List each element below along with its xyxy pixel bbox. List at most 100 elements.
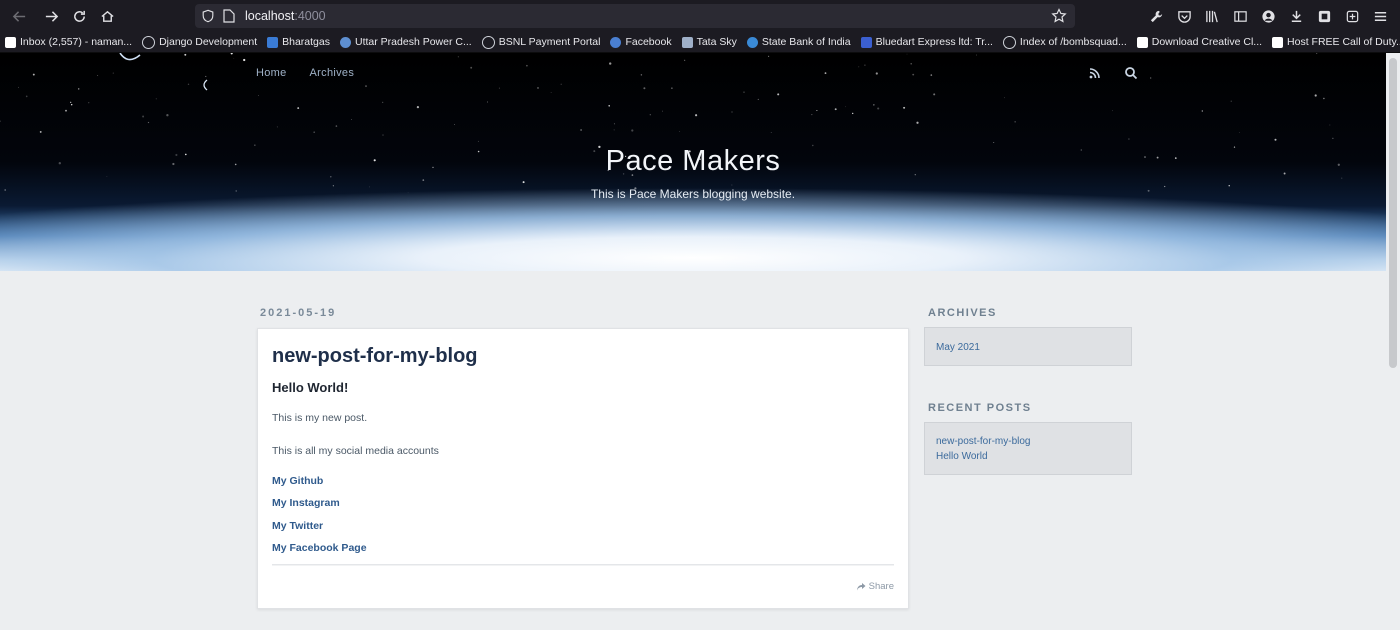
- bookmark-item[interactable]: BSNL Payment Portal: [477, 35, 606, 49]
- post-title[interactable]: new-post-for-my-blog: [272, 345, 478, 368]
- post-date[interactable]: 2021-05-19: [260, 307, 336, 319]
- nav-archives-link[interactable]: Archives: [310, 67, 355, 79]
- nav-home-link[interactable]: Home: [256, 67, 287, 79]
- star-dot: [906, 53, 908, 55]
- back-button[interactable]: [6, 3, 32, 29]
- recent-post-link[interactable]: new-post-for-my-blog: [936, 436, 1030, 447]
- star-dot: [695, 114, 698, 117]
- shield-icon[interactable]: [201, 9, 215, 23]
- share-label: Share: [868, 581, 894, 592]
- bookmark-item[interactable]: Download Creative Cl...: [1132, 36, 1267, 48]
- star-dot: [903, 106, 906, 109]
- star-dot: [877, 107, 880, 110]
- bookmark-item[interactable]: Index of /bombsquad...: [998, 35, 1132, 49]
- star-dot: [768, 55, 770, 57]
- url-text[interactable]: localhost:4000: [245, 9, 326, 23]
- star-dot: [470, 66, 473, 69]
- bookmark-label: Index of /bombsquad...: [1019, 36, 1127, 48]
- star-dot: [18, 86, 20, 88]
- bookmark-label: Download Creative Cl...: [1151, 36, 1263, 48]
- bookmark-label: Facebook: [625, 36, 672, 48]
- menu-button[interactable]: [1368, 4, 1392, 28]
- archive-link-may-2021[interactable]: May 2021: [936, 342, 980, 353]
- facebook-icon: [610, 36, 622, 48]
- bookmark-item[interactable]: State Bank of India: [742, 36, 856, 48]
- star-dot: [560, 83, 562, 85]
- bookmark-label: Django Development: [159, 36, 258, 48]
- forward-button[interactable]: [38, 3, 64, 29]
- share-button[interactable]: Share: [856, 581, 894, 592]
- star-dot: [1150, 77, 1152, 79]
- recent-posts-heading: RECENT POSTS: [928, 402, 1032, 414]
- page-scrollbar[interactable]: [1386, 53, 1400, 630]
- star-dot: [858, 66, 860, 68]
- pocket-icon: [1177, 10, 1191, 23]
- star-dot: [757, 98, 759, 100]
- sidebar-icon: [1233, 10, 1247, 22]
- post-heading: Hello World!: [272, 380, 349, 395]
- url-bar[interactable]: localhost:4000: [195, 4, 1075, 28]
- uppcl-icon: [340, 36, 351, 48]
- scrollbar-thumb[interactable]: [1389, 58, 1397, 368]
- bookmark-item[interactable]: Facebook: [605, 36, 676, 48]
- star-dot: [233, 57, 235, 59]
- github-link[interactable]: My Github: [272, 475, 323, 487]
- page-icon: [1272, 36, 1284, 48]
- recent-post-link-2[interactable]: Hello World: [936, 451, 988, 462]
- star-dot: [147, 121, 150, 124]
- star-dot: [580, 129, 582, 131]
- star-dot: [851, 112, 854, 115]
- rss-icon[interactable]: [1088, 66, 1102, 80]
- reload-button[interactable]: [66, 3, 92, 29]
- star-dot: [640, 74, 643, 76]
- search-icon[interactable]: [1124, 66, 1138, 80]
- share-icon: [856, 582, 866, 590]
- pocket-button[interactable]: [1172, 4, 1196, 28]
- star-dot: [743, 91, 745, 93]
- bookmark-item[interactable]: Uttar Pradesh Power C...: [335, 36, 477, 48]
- sidebar-toggle-button[interactable]: [1228, 4, 1252, 28]
- account-icon: [1261, 9, 1275, 23]
- star-dot: [770, 131, 772, 133]
- star-dot: [422, 179, 425, 181]
- star-dot: [1332, 137, 1334, 139]
- bookmark-item[interactable]: Bharatgas: [262, 36, 335, 48]
- bookmark-item[interactable]: Django Development: [137, 35, 262, 49]
- account-button[interactable]: [1256, 4, 1280, 28]
- instagram-link[interactable]: My Instagram: [272, 497, 340, 509]
- star-dot: [276, 126, 278, 128]
- tools-button[interactable]: [1144, 4, 1168, 28]
- bookmark-item[interactable]: Inbox (2,557) - naman...: [0, 36, 137, 48]
- bookmark-item[interactable]: Tata Sky: [677, 36, 742, 48]
- star-dot: [731, 111, 733, 113]
- post-divider: [272, 564, 894, 566]
- star-dot: [649, 114, 651, 116]
- home-button[interactable]: [94, 3, 120, 29]
- extension-button-2[interactable]: [1340, 4, 1364, 28]
- twitter-link[interactable]: My Twitter: [272, 520, 323, 532]
- star-dot: [834, 108, 837, 111]
- site-title[interactable]: Pace Makers: [0, 145, 1386, 178]
- page-viewport: Home Archives Pace Makers This is Pace M…: [0, 53, 1386, 630]
- star-dot: [613, 129, 615, 131]
- globe-icon: [1002, 35, 1016, 49]
- site-nav: Home Archives: [256, 67, 354, 79]
- star-dot: [297, 107, 300, 110]
- bookmark-item[interactable]: Host FREE Call of Duty...: [1267, 36, 1400, 48]
- extension-button[interactable]: [1312, 4, 1336, 28]
- star-dot: [70, 103, 73, 106]
- library-button[interactable]: [1200, 4, 1224, 28]
- bookmark-label: Inbox (2,557) - naman...: [20, 36, 133, 48]
- facebook-page-link[interactable]: My Facebook Page: [272, 542, 367, 554]
- bookmark-star-icon[interactable]: [1051, 8, 1067, 24]
- bluedart-icon: [860, 36, 872, 48]
- star-dot: [1274, 138, 1277, 141]
- star-dot: [166, 114, 169, 117]
- bookmark-item[interactable]: Bluedart Express ltd: Tr...: [856, 36, 998, 48]
- star-dot: [550, 92, 552, 93]
- star-dot: [537, 87, 539, 89]
- downloads-button[interactable]: [1284, 4, 1308, 28]
- star-dot: [731, 184, 733, 186]
- star-dot: [70, 101, 72, 103]
- tatasky-icon: [681, 36, 693, 48]
